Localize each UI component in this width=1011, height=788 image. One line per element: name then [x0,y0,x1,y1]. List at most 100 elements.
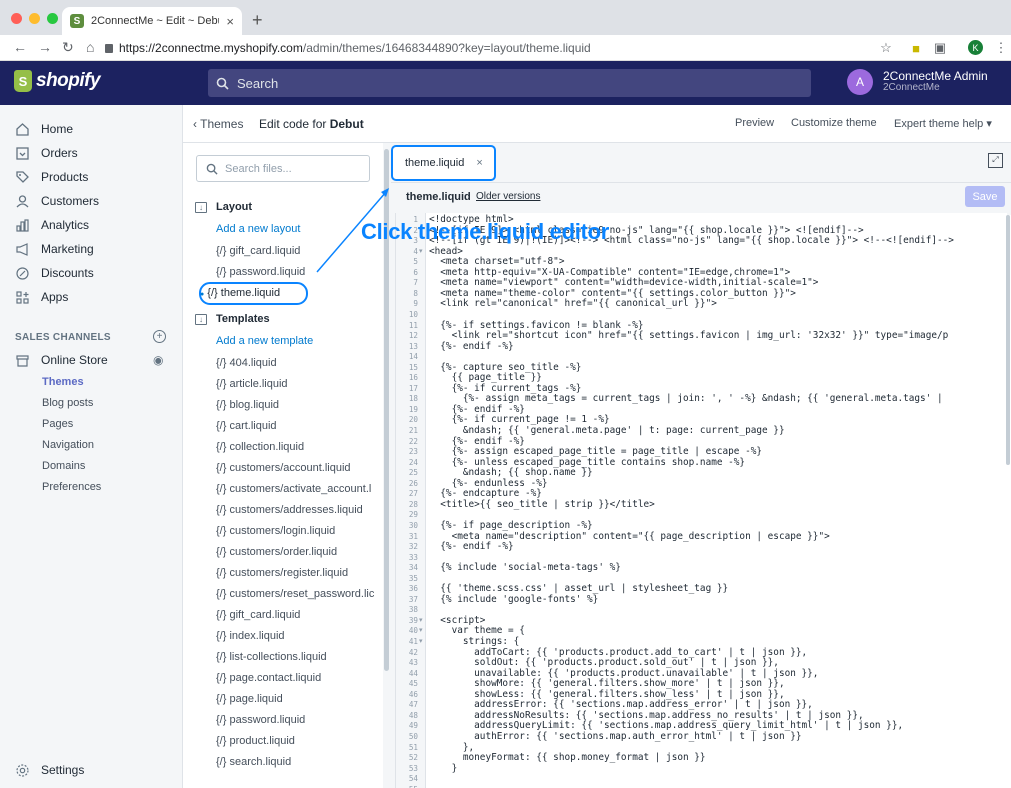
code-area[interactable]: 1 2 3 4 ▾ 5 6 7 8 9 10 11 12 13 14 15 16 17 18 19 20 21 22 23 24… [395,213,1007,788]
file-item[interactable]: {/} password.liquid [216,714,305,726]
bookmark-star-icon[interactable]: ☆ [878,40,894,56]
reload-icon[interactable]: ↻ [62,39,74,56]
sidebar-item-online-store[interactable]: Online Store [14,352,108,368]
sidebar-item-apps[interactable]: Apps [14,289,68,305]
file-item-theme-liquid[interactable]: ● {/} theme.liquid [200,287,280,299]
file-item[interactable]: {/} page.contact.liquid [216,672,321,684]
preview-link[interactable]: Preview [735,117,774,129]
new-tab-icon[interactable]: + [252,10,263,31]
line-number: 13 [408,341,418,351]
back-arrow-icon[interactable]: ← [13,39,27,55]
liquid-file-icon: {/} [216,567,227,579]
sidebar-sub-blog-posts[interactable]: Blog posts [42,397,93,409]
sidebar-item-home[interactable]: Home [14,121,73,137]
layout-folder[interactable]: ↓ Layout [195,201,252,213]
editor-scrollbar[interactable] [1005,215,1011,788]
code-line: showLess: {{ 'general.filters.show_less'… [429,688,785,700]
close-editor-tab-icon[interactable]: × [476,157,482,169]
add-sales-channel-icon[interactable]: + [153,330,166,343]
code-line: soldOut: {{ 'products.product.sold_out' … [429,657,779,669]
fold-toggle-icon[interactable]: ▾ [419,637,423,645]
file-item[interactable]: {/} cart.liquid [216,420,277,432]
close-window-button[interactable] [11,13,22,24]
file-item[interactable]: {/} search.liquid [216,756,291,768]
file-item[interactable]: {/} 404.liquid [216,357,277,369]
fold-toggle-icon[interactable]: ▾ [419,247,423,255]
file-item[interactable]: {/} article.liquid [216,378,288,390]
sidebar-sub-preferences[interactable]: Preferences [42,481,101,493]
file-item[interactable]: {/} customers/reset_password.lic [216,588,374,600]
extension-screen-icon[interactable]: ▣ [932,40,948,56]
file-item[interactable]: {/} gift_card.liquid [216,245,300,257]
shopify-logo[interactable]: S shopify [14,70,101,92]
search-files-input[interactable]: Search files... [196,155,370,182]
sidebar-item-marketing[interactable]: Marketing [14,241,94,257]
fold-toggle-icon[interactable]: ▾ [419,626,423,634]
browser-menu-icon[interactable]: ⋮ [993,40,1009,56]
customize-theme-link[interactable]: Customize theme [791,117,877,129]
templates-folder[interactable]: ↓ Templates [195,313,270,325]
file-item[interactable]: {/} password.liquid [216,266,305,278]
account-menu[interactable]: A 2ConnectMe Admin 2ConnectMe [847,69,988,95]
editor-tab-theme-liquid[interactable]: theme.liquid × [391,145,496,181]
global-search-input[interactable]: Search [208,69,811,97]
sidebar-item-orders[interactable]: Orders [14,145,78,161]
file-item[interactable]: {/} product.liquid [216,735,295,747]
file-item[interactable]: {/} blog.liquid [216,399,279,411]
file-item[interactable]: {/} collection.liquid [216,441,304,453]
file-item[interactable]: {/} list-collections.liquid [216,651,327,663]
sidebar-item-analytics[interactable]: Analytics [14,217,89,233]
browser-tab[interactable]: S 2ConnectMe ~ Edit ~ Debut ~ Sh × [62,7,242,35]
zoom-window-button[interactable] [47,13,58,24]
code-line: addToCart: {{ 'products.product.add_to_c… [429,646,808,658]
line-number: 31 [408,531,418,541]
orders-icon [14,145,30,161]
file-item[interactable]: {/} customers/addresses.liquid [216,504,363,516]
theme-name: Debut [329,117,364,131]
code-line: addressError: {{ 'sections.map.address_e… [429,699,813,711]
close-tab-icon[interactable]: × [226,14,234,29]
sidebar-sub-pages[interactable]: Pages [42,418,73,430]
sidebar-sub-navigation[interactable]: Navigation [42,439,94,451]
view-store-eye-icon[interactable]: ◉ [153,353,163,367]
shopify-topbar: S shopify Search A 2ConnectMe Admin 2Con… [0,61,1011,105]
url-field[interactable]: https://2connectme.myshopify.com/admin/t… [105,38,875,58]
profile-avatar[interactable]: K [968,40,983,55]
expert-help-dropdown[interactable]: Expert theme help ▾ [894,117,992,130]
sidebar-item-settings[interactable]: Settings [14,762,84,778]
sidebar-item-discounts[interactable]: Discounts [14,265,94,281]
sidebar-item-label: Analytics [41,218,90,232]
shopify-bag-icon: S [14,70,32,92]
file-item[interactable]: {/} customers/login.liquid [216,525,335,537]
liquid-file-icon: {/} [216,420,227,432]
file-item[interactable]: {/} customers/account.liquid [216,462,351,474]
account-name: 2ConnectMe Admin [883,69,988,83]
file-item[interactable]: {/} page.liquid [216,693,283,705]
line-number: 38 [408,605,418,615]
file-item[interactable]: {/} customers/register.liquid [216,567,348,579]
file-item[interactable]: {/} index.liquid [216,630,285,642]
home-nav-icon[interactable]: ⌂ [86,39,94,55]
scrollbar-thumb[interactable] [1006,215,1010,465]
file-item[interactable]: {/} customers/order.liquid [216,546,337,558]
sidebar-item-customers[interactable]: Customers [14,193,99,209]
older-versions-link[interactable]: Older versions [476,191,540,202]
url-host: https://2connectme.myshopify.com [119,41,303,55]
sidebar-sub-domains[interactable]: Domains [42,460,85,472]
add-template-link[interactable]: Add a new template [216,335,313,347]
code-line: {%- if current_tags -%} [429,382,582,394]
back-to-themes-link[interactable]: ‹ Themes [193,117,243,131]
fold-toggle-icon[interactable]: ▾ [419,616,423,624]
sidebar-sub-themes[interactable]: Themes [42,376,84,388]
file-item[interactable]: {/} customers/activate_account.l [216,483,371,495]
extension-icon[interactable]: ■ [908,40,924,56]
save-button[interactable]: Save [965,186,1005,207]
edit-code-header: ‹ Themes Edit code for Debut Preview Cus… [183,105,1011,143]
sidebar-item-products[interactable]: Products [14,169,88,185]
add-layout-link[interactable]: Add a new layout [216,223,300,235]
file-item[interactable]: {/} gift_card.liquid [216,609,300,621]
line-number: 20 [408,415,418,425]
expand-editor-icon[interactable]: ⤢ [988,153,1003,168]
minimize-window-button[interactable] [29,13,40,24]
forward-arrow-icon[interactable]: → [38,39,52,55]
